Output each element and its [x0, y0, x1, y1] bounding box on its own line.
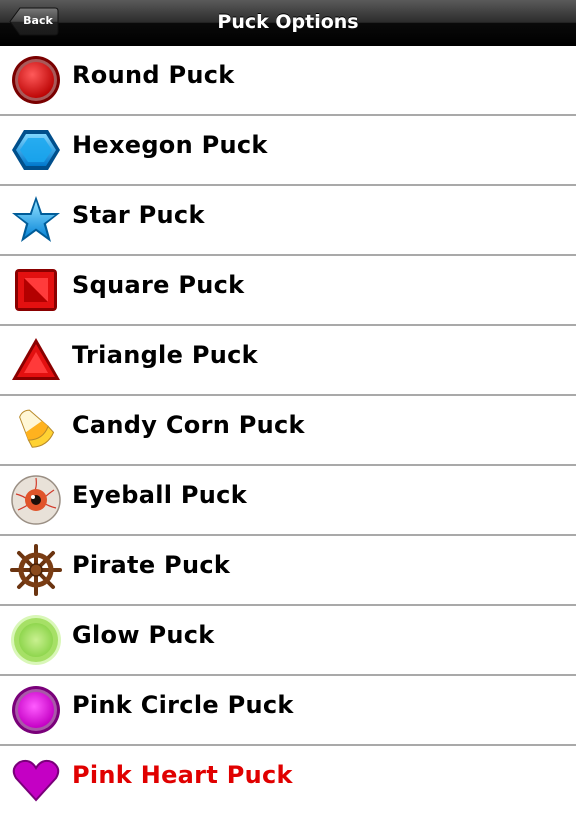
list-item-hexagon-puck[interactable]: Hexegon Puck — [0, 116, 576, 186]
list-item-pink-circle-puck[interactable]: Pink Circle Puck — [0, 676, 576, 746]
list-item-label: Hexegon Puck — [72, 131, 268, 159]
list-item-pirate-puck[interactable]: Pirate Puck — [0, 536, 576, 606]
list-item-eyeball-puck[interactable]: Eyeball Puck — [0, 466, 576, 536]
pink-heart-puck-icon — [12, 759, 60, 802]
eyeball-puck-icon — [11, 475, 61, 525]
list-item-round-puck[interactable]: Round Puck — [0, 46, 576, 116]
list-item-label: Pink Circle Puck — [72, 691, 294, 719]
back-button-label: Back — [23, 14, 53, 27]
list-item-glow-puck[interactable]: Glow Puck — [0, 606, 576, 676]
back-button[interactable]: Back — [9, 7, 59, 36]
list-item-label: Pirate Puck — [72, 551, 231, 579]
navigation-bar: Puck Options Back — [0, 0, 576, 46]
list-item-label: Pink Heart Puck — [72, 761, 293, 789]
list-item-label: Candy Corn Puck — [72, 411, 305, 439]
list-item-candy-corn-puck[interactable]: Candy Corn Puck — [0, 396, 576, 466]
hexagon-puck-icon — [12, 130, 60, 170]
puck-list: Round Puck Hexegon Puck Star Puck Square… — [0, 46, 576, 802]
candy-corn-puck-icon — [19, 409, 55, 448]
list-item-triangle-puck[interactable]: Triangle Puck — [0, 326, 576, 396]
list-item-pink-heart-puck[interactable]: Pink Heart Puck — [0, 746, 576, 802]
round-puck-icon — [12, 56, 60, 104]
list-item-square-puck[interactable]: Square Puck — [0, 256, 576, 326]
triangle-puck-icon — [12, 338, 60, 380]
pink-circle-puck-icon — [12, 686, 60, 734]
list-item-label: Glow Puck — [72, 621, 215, 649]
pirate-wheel-puck-icon — [10, 544, 62, 596]
star-puck-icon — [12, 196, 60, 242]
list-item-label: Star Puck — [72, 201, 205, 229]
glow-puck-icon — [11, 615, 61, 665]
list-item-label: Square Puck — [72, 271, 245, 299]
page-title: Puck Options — [217, 11, 359, 33]
list-item-star-puck[interactable]: Star Puck — [0, 186, 576, 256]
square-puck-icon — [15, 269, 57, 311]
list-item-label: Eyeball Puck — [72, 481, 247, 509]
list-item-label: Round Puck — [72, 61, 235, 89]
list-item-label: Triangle Puck — [72, 341, 258, 369]
